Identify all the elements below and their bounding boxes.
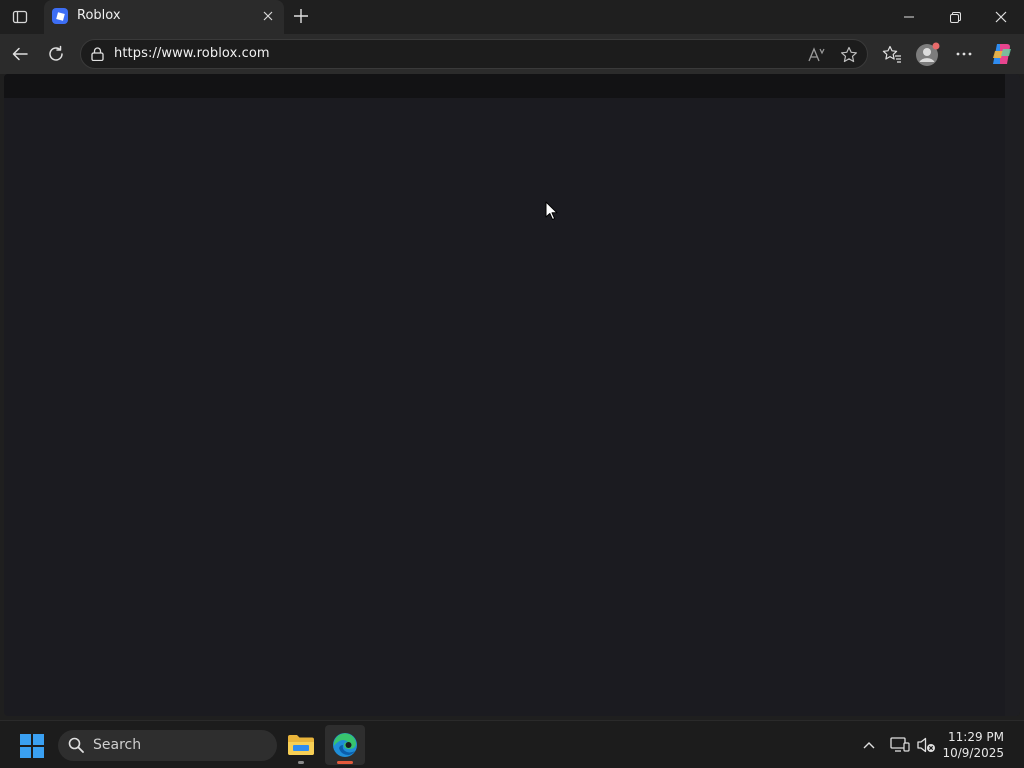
close-window-button[interactable] [978, 0, 1024, 34]
url-text: https://www.roblox.com [114, 46, 270, 61]
clock-date: 10/9/2025 [942, 746, 1004, 760]
read-aloud-button[interactable] [807, 45, 827, 65]
restore-icon [949, 11, 961, 23]
clock-time: 11:29 PM [948, 730, 1004, 744]
site-info-button[interactable] [89, 46, 105, 62]
chevron-up-icon [863, 742, 875, 749]
browser-toolbar: https://www.roblox.com [0, 34, 1024, 74]
refresh-icon [49, 45, 63, 61]
edge-taskbar-button[interactable] [325, 725, 365, 765]
taskbar: Search 11:29 PM 10/9/2025 [0, 720, 1024, 768]
tab-title: Roblox [77, 8, 121, 23]
back-button[interactable] [6, 40, 34, 68]
close-icon [263, 11, 273, 21]
favorites-button[interactable] [878, 40, 906, 68]
minimize-button[interactable] [886, 0, 932, 34]
tab-actions-icon [12, 10, 28, 24]
network-button[interactable] [888, 733, 912, 757]
profile-icon [916, 42, 940, 66]
close-tab-button[interactable] [260, 8, 276, 24]
volume-muted-icon [917, 737, 935, 753]
windows-logo-icon [20, 734, 31, 745]
profile-button[interactable] [914, 40, 942, 68]
tab-actions-button[interactable] [8, 6, 32, 28]
minimize-icon [904, 16, 914, 18]
favorites-icon [882, 45, 901, 63]
page-content[interactable] [4, 74, 1020, 716]
window-controls [886, 0, 1024, 34]
page-scrollbar[interactable] [1005, 74, 1020, 716]
address-bar[interactable]: https://www.roblox.com [80, 39, 868, 69]
plus-icon [294, 9, 308, 23]
back-arrow-icon [12, 47, 28, 61]
read-aloud-icon [808, 47, 825, 62]
tab-roblox[interactable]: Roblox [44, 0, 284, 34]
edge-icon [333, 733, 357, 757]
network-icon [890, 737, 910, 752]
start-button[interactable] [20, 734, 44, 758]
more-button[interactable] [950, 40, 978, 68]
star-icon [841, 46, 857, 63]
taskbar-clock[interactable]: 11:29 PM 10/9/2025 [942, 729, 1004, 761]
close-icon [995, 11, 1007, 23]
lock-icon [90, 47, 104, 61]
roblox-favicon-icon [52, 8, 68, 24]
page-header-strip [4, 74, 1005, 98]
favorite-button[interactable] [839, 45, 859, 65]
title-bar: Roblox [0, 0, 1024, 34]
search-label: Search [93, 737, 142, 753]
copilot-button[interactable] [988, 40, 1016, 68]
file-explorer-taskbar-button[interactable] [281, 725, 321, 765]
volume-button[interactable] [914, 733, 938, 757]
folder-icon [288, 735, 314, 755]
new-tab-button[interactable] [290, 5, 312, 27]
mouse-cursor-icon [545, 201, 558, 220]
restore-button[interactable] [932, 0, 978, 34]
taskbar-search[interactable]: Search [58, 730, 277, 761]
search-icon [68, 737, 84, 753]
copilot-icon [993, 44, 1011, 64]
refresh-button[interactable] [42, 40, 70, 68]
show-hidden-icons-button[interactable] [857, 733, 881, 757]
more-icon [956, 52, 972, 56]
